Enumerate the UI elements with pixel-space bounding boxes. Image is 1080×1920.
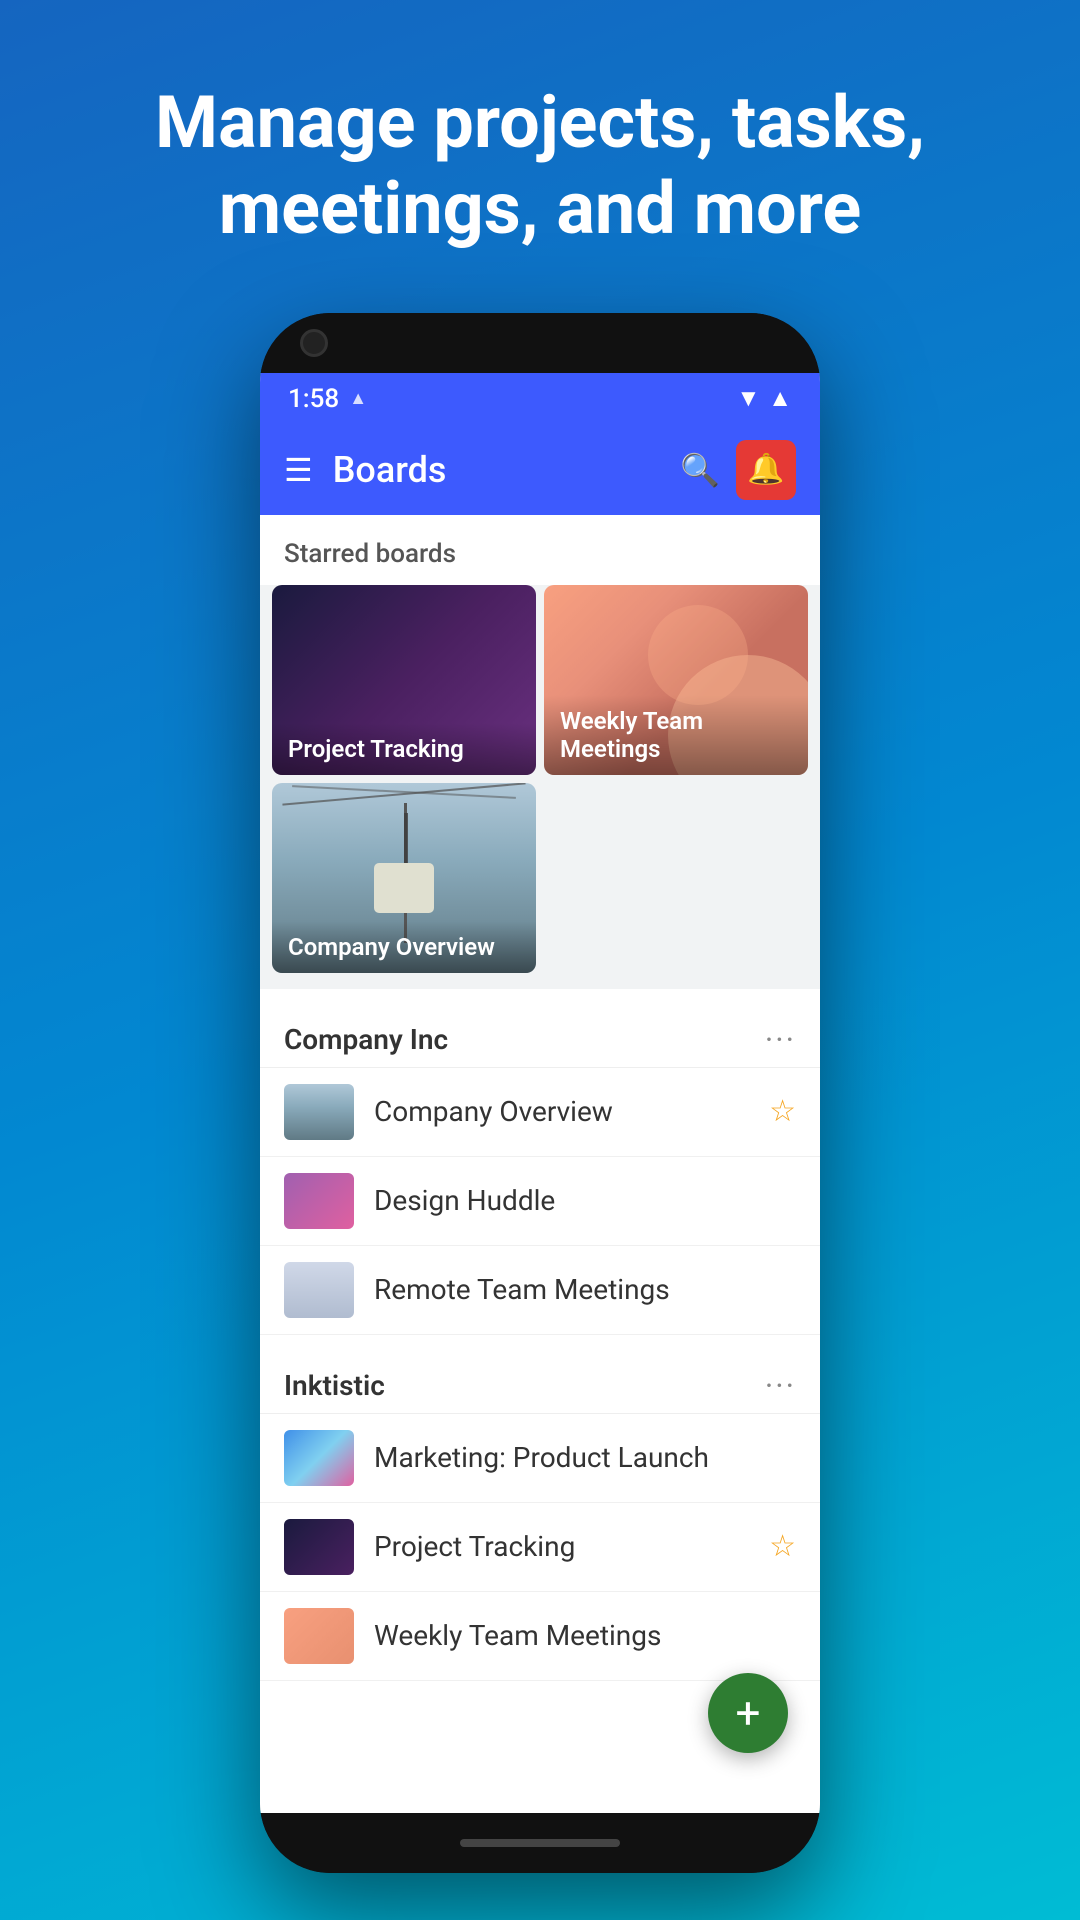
phone-top-bar xyxy=(260,313,820,373)
signal-icon: ▲ xyxy=(768,384,792,413)
notification-icon: 🔔 xyxy=(747,452,784,487)
board-item-weekly-meetings-inktistic[interactable]: Weekly Team Meetings xyxy=(260,1592,820,1681)
status-bar: 1:58 ▲ ▼ ▲ xyxy=(260,373,820,425)
starred-board-company-overview[interactable]: Company Overview xyxy=(272,783,536,973)
board-name-company-overview: Company Overview xyxy=(374,1095,769,1128)
home-indicator xyxy=(460,1839,620,1847)
starred-board-bottom-row: Company Overview xyxy=(260,783,820,989)
starred-boards-header: Starred boards xyxy=(260,515,820,585)
board-name-marketing: Marketing: Product Launch xyxy=(374,1441,796,1474)
wifi-icon: ▼ xyxy=(736,384,760,413)
content-area[interactable]: Starred boards Project Tracking Weekly T… xyxy=(260,515,820,1813)
board-item-design-huddle[interactable]: Design Huddle xyxy=(260,1157,820,1246)
workspace-company-inc-header: Company Inc ··· xyxy=(260,997,820,1068)
starred-board-weekly-meetings[interactable]: Weekly Team Meetings xyxy=(544,585,808,775)
board-item-marketing[interactable]: Marketing: Product Launch xyxy=(260,1414,820,1503)
workspace-more-button-company-inc[interactable]: ··· xyxy=(765,1021,796,1059)
board-thumb-company-overview xyxy=(284,1084,354,1140)
notification-button[interactable]: 🔔 xyxy=(736,440,796,500)
board-item-project-tracking-inktistic[interactable]: Project Tracking ☆ xyxy=(260,1503,820,1592)
status-time: 1:58 ▲ xyxy=(288,384,367,414)
camera-dot xyxy=(300,329,328,357)
app-toolbar: ☰ Boards 🔍 🔔 xyxy=(260,425,820,515)
add-board-fab[interactable]: + xyxy=(708,1673,788,1753)
workspace-more-button-inktistic[interactable]: ··· xyxy=(765,1367,796,1405)
board-name-design-huddle: Design Huddle xyxy=(374,1184,796,1217)
search-button[interactable]: 🔍 xyxy=(680,451,720,489)
board-thumb-design-huddle xyxy=(284,1173,354,1229)
workspace-company-inc-name: Company Inc xyxy=(284,1023,448,1056)
board-thumb-project-tracking-inktistic xyxy=(284,1519,354,1575)
board-item-remote-meetings[interactable]: Remote Team Meetings xyxy=(260,1246,820,1335)
board-card-label-company-overview: Company Overview xyxy=(272,921,536,973)
workspace-inktistic: Inktistic ··· Marketing: Product Launch … xyxy=(260,1343,820,1681)
workspace-inktistic-header: Inktistic ··· xyxy=(260,1343,820,1414)
page-headline: Manage projects, tasks, meetings, and mo… xyxy=(0,0,1080,313)
star-icon-company-overview[interactable]: ☆ xyxy=(769,1094,796,1129)
status-icon-a: ▲ xyxy=(349,388,367,409)
toolbar-title: Boards xyxy=(333,449,680,491)
hamburger-button[interactable]: ☰ xyxy=(284,451,313,489)
star-icon-project-tracking[interactable]: ☆ xyxy=(769,1529,796,1564)
board-name-remote-meetings: Remote Team Meetings xyxy=(374,1273,796,1306)
board-thumb-remote-meetings xyxy=(284,1262,354,1318)
board-card-label-project-tracking: Project Tracking xyxy=(272,723,536,775)
starred-board-project-tracking[interactable]: Project Tracking xyxy=(272,585,536,775)
board-name-project-tracking-inktistic: Project Tracking xyxy=(374,1530,769,1563)
board-item-company-overview[interactable]: Company Overview ☆ xyxy=(260,1068,820,1157)
board-thumb-marketing xyxy=(284,1430,354,1486)
starred-boards-grid: Project Tracking Weekly Team Meetings xyxy=(260,585,820,783)
board-card-label-weekly-meetings: Weekly Team Meetings xyxy=(544,695,808,775)
workspace-company-inc: Company Inc ··· Company Overview ☆ Desig… xyxy=(260,997,820,1335)
phone-bottom-bar xyxy=(260,1813,820,1873)
add-icon: + xyxy=(736,1691,761,1735)
phone-screen: 1:58 ▲ ▼ ▲ ☰ Boards 🔍 🔔 Starred boards xyxy=(260,373,820,1813)
status-icons: ▼ ▲ xyxy=(736,384,792,413)
phone-mockup: 1:58 ▲ ▼ ▲ ☰ Boards 🔍 🔔 Starred boards xyxy=(260,313,820,1873)
workspace-inktistic-name: Inktistic xyxy=(284,1369,385,1402)
time-display: 1:58 xyxy=(288,384,339,414)
board-thumb-weekly-meetings-inktistic xyxy=(284,1608,354,1664)
board-name-weekly-meetings-inktistic: Weekly Team Meetings xyxy=(374,1619,796,1652)
